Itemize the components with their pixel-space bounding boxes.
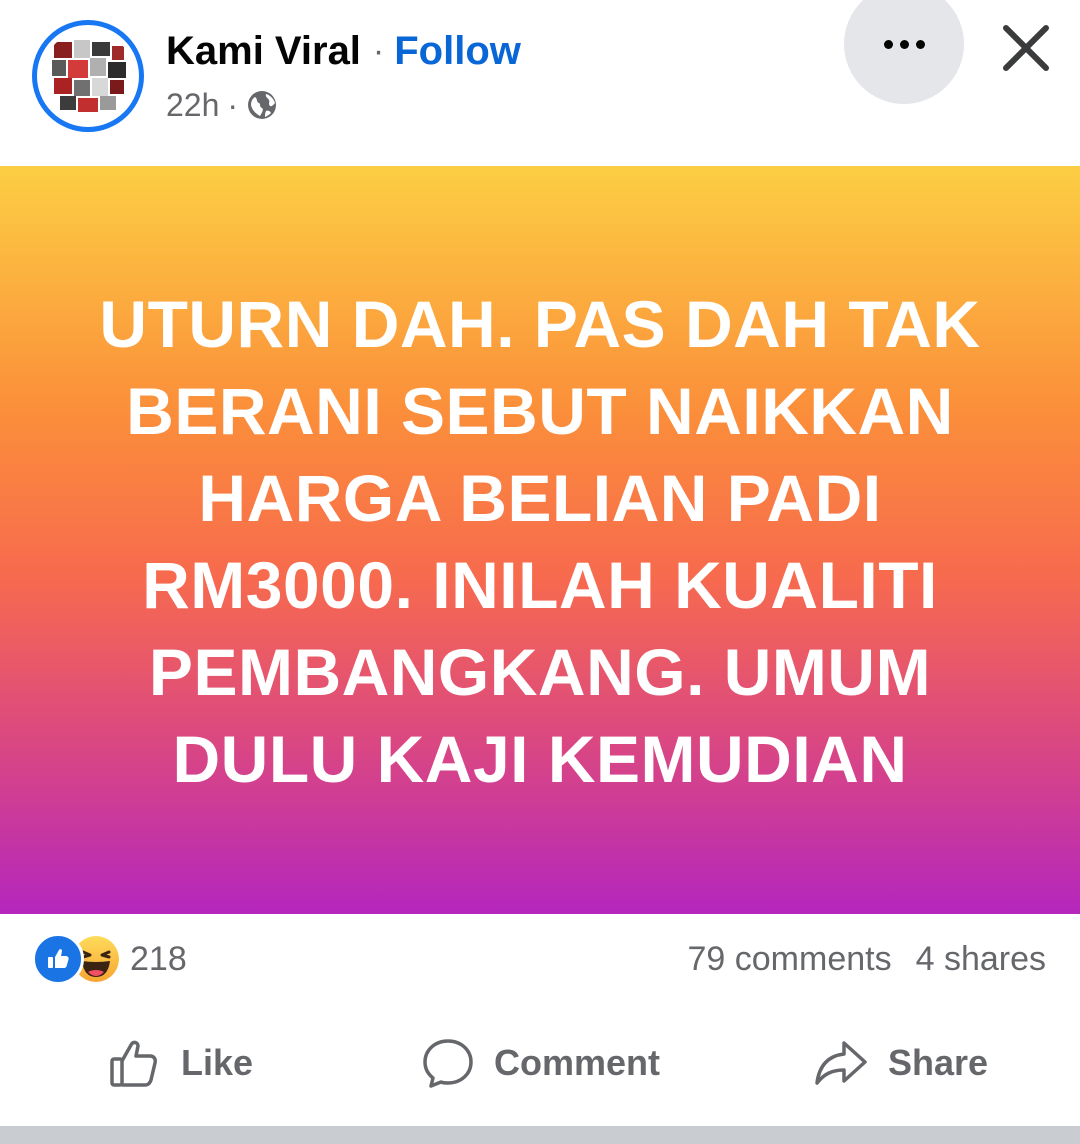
follow-button[interactable]: Follow — [394, 29, 521, 74]
globe-icon[interactable] — [246, 89, 278, 121]
post-dialog: Kami Viral · Follow 22h · UTURN DAH. PAS… — [0, 0, 1080, 1144]
close-button[interactable] — [996, 18, 1056, 78]
comment-icon — [423, 1039, 473, 1088]
share-button[interactable]: Share — [720, 1018, 1080, 1108]
post-text: UTURN DAH. PAS DAH TAK BERANI SEBUT NAIK… — [99, 287, 981, 796]
more-options-icon — [883, 39, 925, 49]
close-icon — [1003, 25, 1049, 71]
share-icon — [815, 1041, 867, 1085]
avatar-image — [42, 30, 134, 122]
post-background[interactable]: UTURN DAH. PAS DAH TAK BERANI SEBUT NAIK… — [0, 166, 1080, 914]
bottom-divider — [0, 1126, 1080, 1144]
like-icon — [110, 1040, 157, 1087]
author-name[interactable]: Kami Viral — [166, 29, 361, 74]
engagement-counts: 79 comments 4 shares — [688, 932, 1047, 986]
like-reaction-icon — [32, 933, 84, 985]
comments-count[interactable]: 79 comments — [688, 940, 892, 979]
comment-label: Comment — [493, 1042, 660, 1083]
reaction-count: 218 — [130, 939, 187, 978]
share-label: Share — [887, 1042, 989, 1083]
meta-separator: · — [227, 86, 239, 123]
like-button[interactable]: Like — [0, 1018, 360, 1108]
avatar[interactable] — [32, 20, 144, 132]
more-options-button[interactable] — [844, 0, 964, 104]
post-meta: 22h · — [166, 82, 278, 128]
reaction-summary[interactable]: 218 — [32, 932, 187, 986]
post-header: Kami Viral · Follow 22h · — [0, 0, 1080, 166]
name-separator: · — [372, 31, 385, 70]
like-label: Like — [180, 1042, 254, 1083]
action-bar: Like Comment Share — [0, 1018, 1080, 1108]
post-timestamp[interactable]: 22h — [166, 87, 219, 124]
author-row: Kami Viral · Follow — [166, 24, 521, 78]
comment-button[interactable]: Comment — [360, 1018, 720, 1108]
shares-count[interactable]: 4 shares — [916, 940, 1046, 979]
